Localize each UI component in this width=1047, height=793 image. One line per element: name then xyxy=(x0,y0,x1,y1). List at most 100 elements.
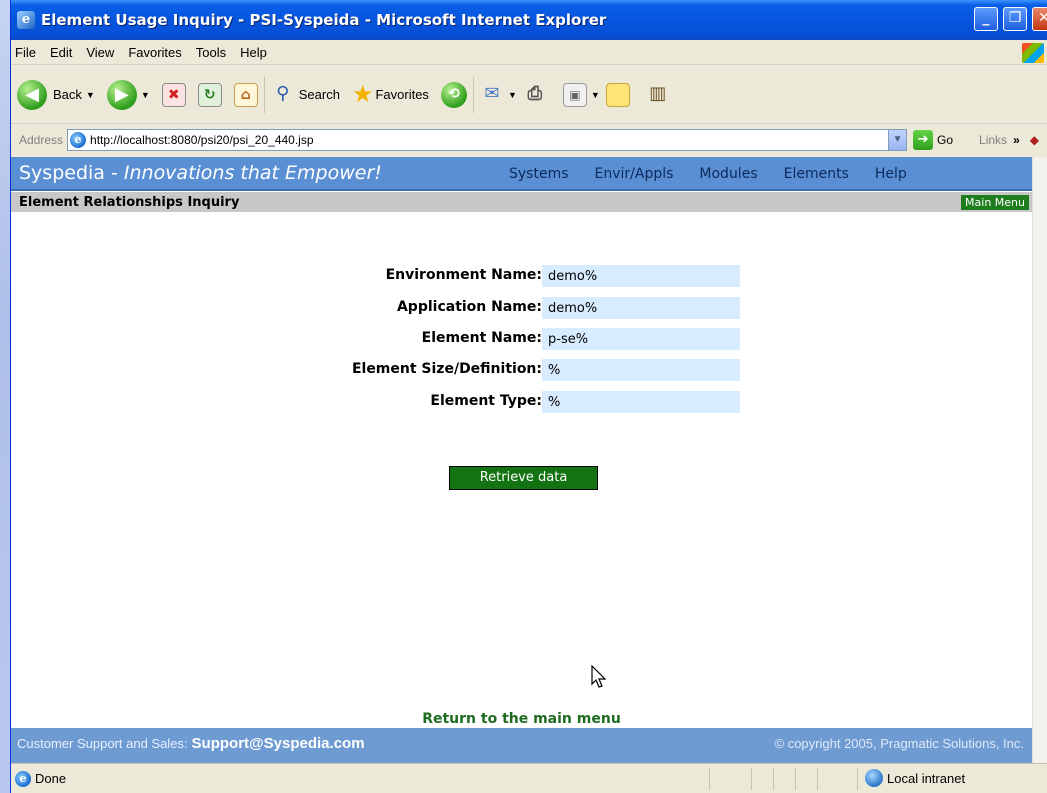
forward-arrow-icon: ▶ xyxy=(106,79,137,110)
status-area: e Done xyxy=(15,770,67,787)
search-button[interactable]: ⚲ Search xyxy=(271,83,340,107)
nav-systems[interactable]: Systems xyxy=(509,166,569,182)
application-name-input[interactable] xyxy=(542,297,740,319)
go-label: Go xyxy=(937,133,954,147)
close-button[interactable]: ✕ xyxy=(1032,7,1047,31)
size-label: Element Size/Definition: xyxy=(351,361,542,377)
forward-button[interactable]: ▶ ▼ xyxy=(106,79,156,110)
element-row: Element Name: xyxy=(11,328,1032,350)
site-footer: Customer Support and Sales: Support@Sysp… xyxy=(11,728,1032,763)
nav-elements[interactable]: Elements xyxy=(784,166,849,182)
vertical-scrollbar[interactable] xyxy=(1032,157,1047,763)
support-email-link[interactable]: Support@Syspedia.com xyxy=(192,735,365,752)
address-url: http://localhost:8080/psi20/psi_20_440.j… xyxy=(90,133,314,147)
type-label: Element Type: xyxy=(430,393,542,409)
nav-modules[interactable]: Modules xyxy=(699,166,757,182)
stop-icon[interactable]: ✖ xyxy=(161,82,186,107)
menu-tools[interactable]: Tools xyxy=(189,45,233,60)
brand-separator: - xyxy=(104,162,124,184)
nav-help[interactable]: Help xyxy=(875,166,907,182)
toolbar-addon-icon[interactable]: ◆ xyxy=(1030,133,1039,147)
go-arrow-icon: ➔ xyxy=(913,130,934,150)
security-zone: Local intranet xyxy=(865,769,965,787)
status-text: Done xyxy=(35,771,67,786)
menu-file[interactable]: File xyxy=(11,45,43,60)
search-icon: ⚲ xyxy=(276,82,290,104)
edit-dropdown-icon[interactable]: ▼ xyxy=(591,90,600,100)
status-divider xyxy=(795,768,796,790)
back-arrow-icon: ◀ xyxy=(17,79,47,110)
page-title: Element Relationships Inquiry xyxy=(19,194,240,210)
environment-name-input[interactable] xyxy=(542,265,740,287)
menu-edit[interactable]: Edit xyxy=(43,45,79,60)
site-brand: Syspedia - Innovations that Empower! xyxy=(19,162,382,184)
refresh-icon[interactable]: ↻ xyxy=(197,82,222,107)
site-nav: Systems Envir/Appls Modules Elements Hel… xyxy=(509,157,933,191)
status-divider xyxy=(817,768,818,790)
print-icon[interactable]: ⎙ xyxy=(523,83,547,107)
favorites-button[interactable]: ★ Favorites xyxy=(352,80,429,109)
retrieve-data-button[interactable]: Retrieve data xyxy=(449,466,598,490)
edit-icon[interactable]: ▣ xyxy=(562,82,587,107)
home-icon[interactable]: ⌂ xyxy=(233,82,258,107)
back-dropdown-icon[interactable]: ▼ xyxy=(86,90,95,100)
maximize-button[interactable]: ❐ xyxy=(1003,7,1027,31)
favorites-star-icon: ★ xyxy=(351,81,374,108)
window-title: Element Usage Inquiry - PSI-Syspeida - M… xyxy=(41,11,607,29)
menu-favorites[interactable]: Favorites xyxy=(121,45,188,60)
discuss-icon[interactable] xyxy=(605,82,630,107)
environment-row: Environment Name: xyxy=(11,265,1032,287)
chevron-right-icon[interactable]: » xyxy=(1013,133,1020,147)
element-size-input[interactable] xyxy=(542,359,740,381)
windows-logo-icon xyxy=(1022,43,1044,63)
toolbar-separator xyxy=(263,76,265,113)
browser-window: e Element Usage Inquiry - PSI-Syspeida -… xyxy=(10,0,1047,793)
internet-explorer-icon: e xyxy=(17,11,35,29)
nav-envir-appls[interactable]: Envir/Appls xyxy=(595,166,674,182)
return-main-menu-link[interactable]: Return to the main menu xyxy=(11,711,1032,727)
mail-dropdown-icon[interactable]: ▼ xyxy=(508,90,517,100)
menu-help[interactable]: Help xyxy=(233,45,274,60)
type-row: Element Type: xyxy=(11,391,1032,413)
element-name-input[interactable] xyxy=(542,328,740,350)
brand-tagline: Innovations that Empower! xyxy=(123,162,382,184)
forward-dropdown-icon[interactable]: ▼ xyxy=(141,90,150,100)
title-bar: e Element Usage Inquiry - PSI-Syspeida -… xyxy=(11,0,1047,40)
address-label: Address xyxy=(19,133,64,147)
element-label: Element Name: xyxy=(421,330,542,346)
menu-view[interactable]: View xyxy=(79,45,121,60)
mouse-cursor-icon xyxy=(591,665,607,688)
globe-icon xyxy=(865,769,883,787)
status-divider xyxy=(773,768,774,790)
main-menu-button[interactable]: Main Menu xyxy=(961,195,1029,210)
support-label: Customer Support and Sales: xyxy=(17,736,188,751)
page-viewport: Syspedia - Innovations that Empower! Sys… xyxy=(11,157,1032,763)
search-label: Search xyxy=(298,87,340,102)
address-dropdown-icon[interactable]: ▼ xyxy=(888,130,907,150)
status-divider xyxy=(709,768,710,790)
address-bar: Address e http://localhost:8080/psi20/ps… xyxy=(11,125,1047,155)
menu-bar: File Edit View Favorites Tools Help xyxy=(11,40,1047,65)
application-row: Application Name: xyxy=(11,297,1032,319)
application-label: Application Name: xyxy=(396,299,542,315)
status-divider xyxy=(751,768,752,790)
history-icon[interactable]: ⟲ xyxy=(440,81,467,108)
favorites-label: Favorites xyxy=(375,87,429,102)
size-row: Element Size/Definition: xyxy=(11,359,1032,381)
links-button[interactable]: Links xyxy=(979,133,1007,147)
element-type-input[interactable] xyxy=(542,391,740,413)
page-title-bar: Element Relationships Inquiry Main Menu xyxy=(11,192,1032,212)
page-icon: e xyxy=(70,132,87,148)
site-header: Syspedia - Innovations that Empower! Sys… xyxy=(11,157,1032,191)
minimize-button[interactable]: _ xyxy=(974,7,998,31)
copyright-text: © copyright 2005, Pragmatic Solutions, I… xyxy=(774,736,1024,751)
zone-text: Local intranet xyxy=(887,770,966,786)
back-label: Back xyxy=(53,87,82,102)
address-input[interactable]: e http://localhost:8080/psi20/psi_20_440… xyxy=(67,129,908,151)
mail-icon[interactable]: ✉ xyxy=(480,83,504,107)
go-button[interactable]: ➔ Go xyxy=(913,130,953,150)
brand-name: Syspedia xyxy=(19,162,105,184)
back-button[interactable]: ◀ Back ▼ xyxy=(17,79,101,110)
research-icon[interactable]: ▥ xyxy=(646,83,670,107)
toolbar-separator xyxy=(472,76,474,113)
